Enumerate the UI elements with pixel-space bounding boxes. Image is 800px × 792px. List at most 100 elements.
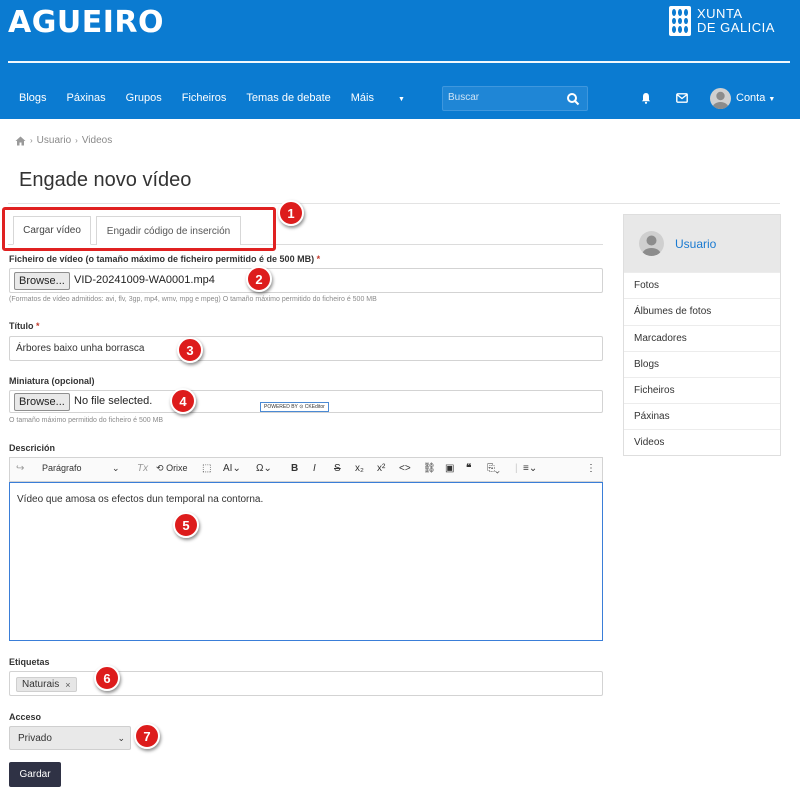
source-icon: ⟲ bbox=[156, 463, 164, 473]
step-marker-6: 6 bbox=[94, 665, 120, 691]
search-box bbox=[442, 86, 588, 111]
step-marker-1: 1 bbox=[278, 200, 304, 226]
code-icon[interactable]: <> bbox=[399, 463, 411, 474]
search-icon[interactable] bbox=[566, 92, 580, 106]
page-title: Engade novo vídeo bbox=[19, 169, 192, 191]
main-nav: Blogs Páxinas Grupos Ficheiros Temas de … bbox=[19, 92, 445, 104]
step-marker-7: 7 bbox=[134, 723, 160, 749]
nav-item-grupos[interactable]: Grupos bbox=[126, 92, 162, 104]
title-label: Título * bbox=[9, 321, 40, 331]
title-input[interactable]: Árbores baixo unha borrasca bbox=[9, 336, 603, 361]
required-asterisk: * bbox=[36, 321, 40, 331]
avatar-person-icon bbox=[642, 235, 661, 256]
sidebar-item-albumes[interactable]: Álbumes de fotos bbox=[624, 298, 780, 324]
thumbnail-label: Miniatura (opcional) bbox=[9, 376, 95, 386]
nav-item-temas[interactable]: Temas de debate bbox=[246, 92, 330, 104]
subscript-icon[interactable]: x₂ bbox=[355, 463, 364, 474]
link-icon[interactable]: ⛓ bbox=[423, 463, 436, 474]
italic-icon[interactable]: I bbox=[313, 463, 316, 474]
account-menu[interactable]: Conta ▼ bbox=[736, 92, 775, 104]
title-divider bbox=[8, 203, 780, 204]
sidebar-user-link[interactable]: Usuario bbox=[675, 237, 716, 251]
source-label: Orixe bbox=[166, 463, 188, 473]
description-editor[interactable]: Vídeo que amosa os efectos dun temporal … bbox=[9, 482, 603, 641]
nav-item-blogs[interactable]: Blogs bbox=[19, 92, 47, 104]
bell-icon[interactable] bbox=[640, 92, 652, 104]
step-marker-3: 3 bbox=[177, 337, 203, 363]
search-input[interactable] bbox=[448, 92, 558, 103]
nav-item-mais-label: Máis bbox=[350, 92, 374, 104]
blockquote-icon[interactable]: ❝ bbox=[466, 463, 471, 474]
sidebar-item-fotos[interactable]: Fotos bbox=[624, 272, 780, 298]
source-button[interactable]: ⟲ Orixe bbox=[156, 463, 188, 474]
chevron-down-icon: ⌄ bbox=[117, 733, 125, 743]
chevron-down-icon: ▼ bbox=[768, 96, 776, 103]
bold-icon[interactable]: B bbox=[291, 463, 298, 474]
description-text: Vídeo que amosa os efectos dun temporal … bbox=[17, 494, 264, 505]
heading-dropdown-label: Parágrafo bbox=[42, 463, 82, 473]
video-file-help: (Formatos de vídeo admitidos: avi, flv, … bbox=[9, 296, 377, 303]
font-size-icon[interactable]: AI⌄ bbox=[223, 463, 241, 474]
video-browse-button[interactable]: Browse... bbox=[14, 272, 70, 290]
nav-item-mais[interactable]: Máis ▼ bbox=[351, 92, 425, 104]
chevron-down-icon: ▼ bbox=[398, 96, 405, 103]
ckeditor-badge[interactable]: POWERED BY ⊙ CKEditor bbox=[260, 402, 329, 412]
insert-media-icon[interactable]: ⎘⌄ bbox=[487, 463, 500, 474]
save-button[interactable]: Gardar bbox=[9, 762, 61, 787]
account-label: Conta bbox=[736, 92, 766, 104]
title-label-text: Título bbox=[9, 321, 34, 331]
breadcrumb-separator: › bbox=[30, 136, 33, 145]
video-file-label-text: Ficheiro de vídeo (o tamaño máximo de fi… bbox=[9, 254, 315, 264]
xunta-logo[interactable]: XUNTA DE GALICIA bbox=[669, 6, 775, 36]
tag-chip-label: Naturais bbox=[22, 679, 60, 690]
more-options-icon[interactable]: ⋮ bbox=[586, 463, 596, 474]
mail-icon[interactable] bbox=[676, 93, 688, 103]
video-file-field: Browse... VID-20241009-WA0001.mp4 bbox=[9, 268, 603, 293]
description-label: Descrición bbox=[9, 443, 56, 453]
align-icon[interactable]: ≡⌄ bbox=[523, 463, 537, 474]
special-characters-icon[interactable]: Ω⌄ bbox=[256, 463, 272, 474]
chevron-down-icon[interactable]: ⌄ bbox=[112, 463, 120, 474]
thumbnail-help: O tamaño máximo permitido do ficheiro é … bbox=[9, 417, 164, 424]
nav-item-ficheiros[interactable]: Ficheiros bbox=[182, 92, 227, 104]
user-avatar[interactable] bbox=[710, 88, 731, 109]
sidebar-avatar[interactable] bbox=[639, 231, 664, 256]
breadcrumb-separator: › bbox=[75, 136, 78, 145]
tabs-highlight-box bbox=[2, 207, 276, 251]
thumbnail-browse-button[interactable]: Browse... bbox=[14, 393, 70, 411]
required-asterisk: * bbox=[316, 254, 321, 264]
heading-dropdown[interactable]: Parágrafo bbox=[42, 463, 82, 473]
xunta-shield-icon bbox=[669, 6, 691, 36]
sidebar-item-ficheiros[interactable]: Ficheiros bbox=[624, 377, 780, 403]
access-select[interactable]: Privado ⌄ bbox=[9, 726, 131, 750]
user-sidebar: Usuario Fotos Álbumes de fotos Marcadore… bbox=[623, 214, 781, 456]
breadcrumb-videos[interactable]: Videos bbox=[82, 135, 112, 146]
step-marker-4: 4 bbox=[170, 388, 196, 414]
home-icon[interactable] bbox=[15, 136, 26, 146]
sidebar-item-blogs[interactable]: Blogs bbox=[624, 351, 780, 377]
strikethrough-icon[interactable]: S bbox=[334, 463, 341, 474]
site-brand[interactable]: AGUEIRO bbox=[8, 5, 164, 40]
select-all-icon[interactable]: ⬚ bbox=[202, 463, 211, 474]
superscript-icon[interactable]: x² bbox=[377, 463, 385, 474]
sidebar-item-videos[interactable]: Videos bbox=[624, 429, 780, 455]
xunta-text-line2: DE GALICIA bbox=[697, 20, 775, 35]
remove-tag-icon[interactable]: × bbox=[65, 680, 70, 690]
undo-icon[interactable]: ↪ bbox=[16, 463, 24, 474]
tags-label: Etiquetas bbox=[9, 657, 50, 667]
video-file-name: VID-20241009-WA0001.mp4 bbox=[74, 274, 215, 286]
thumbnail-file-name: No file selected. bbox=[74, 395, 153, 407]
editor-toolbar: ↪ Parágrafo ⌄ Tx ⟲ Orixe ⬚ AI⌄ Ω⌄ B I S … bbox=[9, 457, 603, 482]
sidebar-item-marcadores[interactable]: Marcadores bbox=[624, 325, 780, 351]
clear-format-icon[interactable]: Tx bbox=[137, 463, 148, 474]
breadcrumb-usuario[interactable]: Usuario bbox=[37, 135, 71, 146]
top-header: AGUEIRO XUNTA DE GALICIA Blogs Páxinas G… bbox=[0, 0, 800, 119]
xunta-text-line1: XUNTA bbox=[697, 6, 743, 21]
sidebar-header: Usuario bbox=[624, 215, 780, 272]
xunta-text: XUNTA DE GALICIA bbox=[697, 7, 775, 35]
sidebar-item-paxinas[interactable]: Páxinas bbox=[624, 403, 780, 429]
image-icon[interactable]: ▣ bbox=[445, 463, 454, 474]
title-input-value: Árbores baixo unha borrasca bbox=[16, 343, 145, 354]
nav-item-paxinas[interactable]: Páxinas bbox=[67, 92, 106, 104]
access-select-value: Privado bbox=[18, 733, 52, 744]
